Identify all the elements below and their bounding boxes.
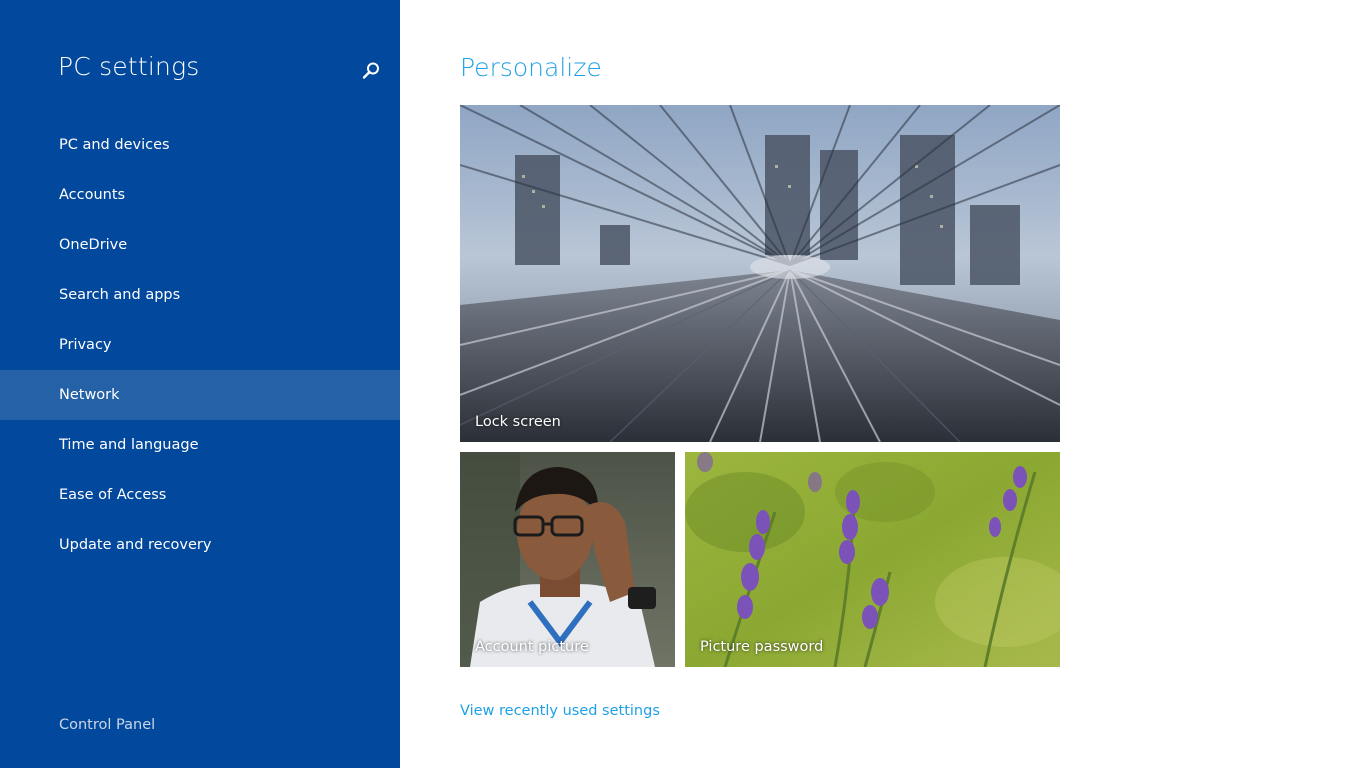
- sidebar-nav: PC and devices Accounts OneDrive Search …: [0, 120, 400, 570]
- account-picture-label: Account picture: [475, 639, 589, 655]
- lock-screen-tile[interactable]: Lock screen: [460, 105, 1060, 442]
- sidebar-item-pc-and-devices[interactable]: PC and devices: [0, 120, 400, 170]
- sidebar-title: PC settings: [58, 52, 200, 81]
- picture-password-image: [685, 452, 1060, 667]
- lock-screen-label: Lock screen: [475, 414, 561, 430]
- sidebar-item-time-and-language[interactable]: Time and language: [0, 420, 400, 470]
- search-button[interactable]: [360, 60, 382, 82]
- control-panel-link[interactable]: Control Panel: [59, 717, 155, 733]
- sidebar-item-onedrive[interactable]: OneDrive: [0, 220, 400, 270]
- sidebar-item-network[interactable]: Network: [0, 370, 400, 420]
- search-icon: [362, 62, 379, 79]
- picture-password-tile[interactable]: Picture password: [685, 452, 1060, 667]
- sidebar-item-accounts[interactable]: Accounts: [0, 170, 400, 220]
- view-recent-settings-link[interactable]: View recently used settings: [460, 703, 660, 719]
- lock-screen-image: [460, 105, 1060, 442]
- sidebar-item-search-and-apps[interactable]: Search and apps: [0, 270, 400, 320]
- account-picture-image: [460, 452, 675, 667]
- sidebar-item-privacy[interactable]: Privacy: [0, 320, 400, 370]
- picture-password-label: Picture password: [700, 639, 824, 655]
- sidebar-item-update-and-recovery[interactable]: Update and recovery: [0, 520, 400, 570]
- account-picture-tile[interactable]: Account picture: [460, 452, 675, 667]
- sidebar: PC settings PC and devices Accounts OneD…: [0, 0, 400, 768]
- sidebar-item-ease-of-access[interactable]: Ease of Access: [0, 470, 400, 520]
- page-title: Personalize: [460, 53, 602, 82]
